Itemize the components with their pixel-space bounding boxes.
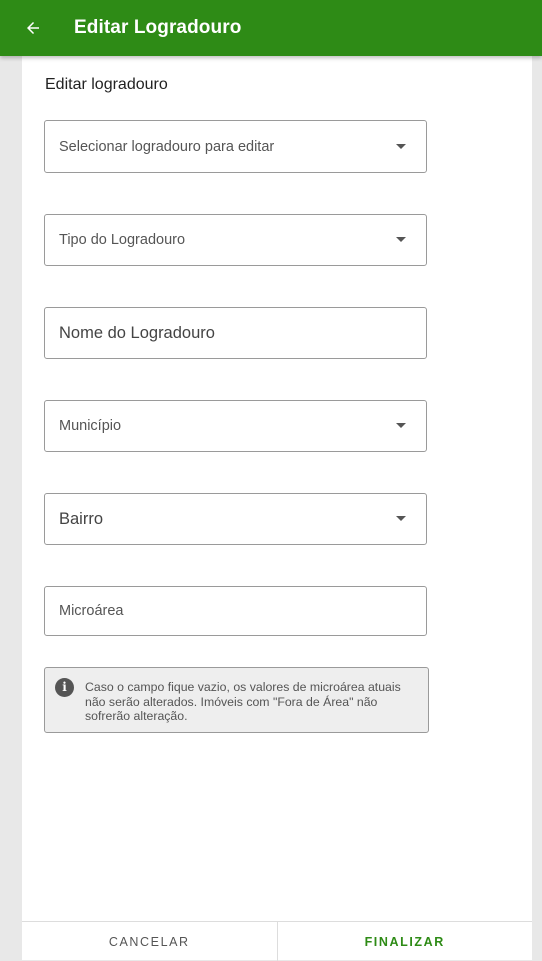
section-title: Editar logradouro bbox=[45, 76, 168, 93]
tipo-logradouro-dropdown[interactable]: Tipo do Logradouro bbox=[44, 214, 427, 266]
select-logradouro-dropdown[interactable]: Selecionar logradouro para editar bbox=[44, 120, 427, 173]
info-text: Caso o campo fique vazio, os valores de … bbox=[85, 680, 401, 723]
bairro-label: Bairro bbox=[59, 509, 104, 528]
nome-logradouro-input[interactable]: Nome do Logradouro bbox=[44, 307, 427, 359]
chevron-down-icon bbox=[396, 143, 406, 149]
nome-logradouro-label: Nome do Logradouro bbox=[59, 323, 215, 342]
tipo-logradouro-label: Tipo do Logradouro bbox=[59, 232, 186, 248]
select-logradouro-label: Selecionar logradouro para editar bbox=[59, 138, 275, 155]
cancel-button[interactable]: CANCELAR bbox=[22, 922, 278, 961]
info-icon: i bbox=[55, 678, 74, 697]
bairro-dropdown[interactable]: Bairro bbox=[44, 493, 427, 545]
municipio-dropdown[interactable]: Município bbox=[44, 400, 427, 452]
app-bar: Editar Logradouro bbox=[0, 0, 542, 56]
app-title: Editar Logradouro bbox=[74, 17, 242, 38]
municipio-label: Município bbox=[59, 418, 122, 434]
microarea-label: Microárea bbox=[59, 603, 124, 619]
chevron-down-icon bbox=[396, 237, 406, 242]
chevron-down-icon bbox=[396, 423, 406, 428]
form-card: Editar logradouro Selecionar logradouro … bbox=[22, 56, 532, 961]
back-button[interactable] bbox=[21, 16, 45, 40]
chevron-down-icon bbox=[396, 516, 406, 521]
arrow-left-icon bbox=[27, 22, 39, 34]
info-box: i Caso o campo fique vazio, os valores d… bbox=[44, 667, 429, 733]
dialog-footer: CANCELAR FINALIZAR bbox=[22, 921, 532, 961]
finish-button[interactable]: FINALIZAR bbox=[278, 922, 533, 961]
microarea-input[interactable]: Microárea bbox=[44, 586, 427, 636]
